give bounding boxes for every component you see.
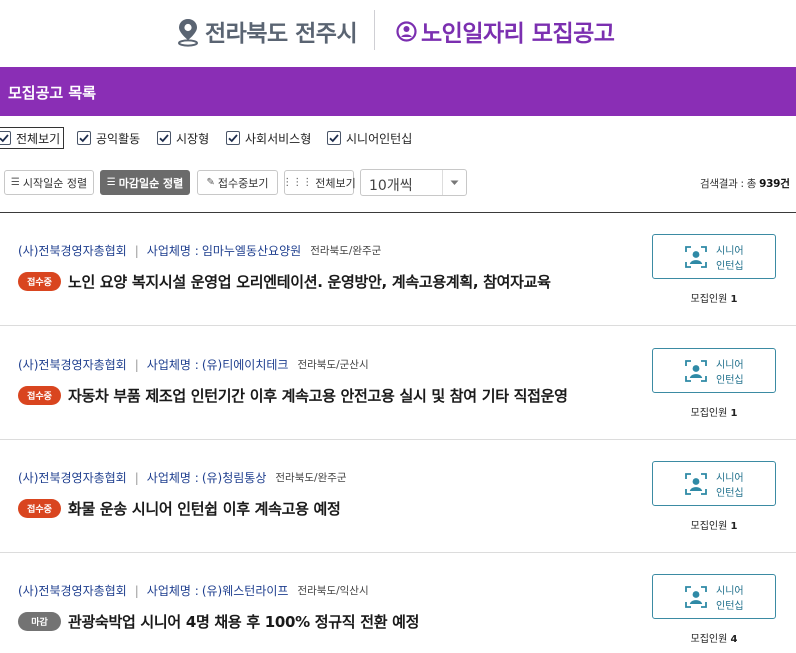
person-focus-icon	[685, 586, 707, 608]
section-title-bar: 모집공고 목록	[0, 67, 796, 116]
listing-title[interactable]: 화물 운송 시니어 인턴쉽 이후 계속고용 예정	[68, 498, 341, 519]
listing-row[interactable]: (사)전북경영자총협회 | 사업체명 : (유)청림통상 전라북도/완주군 접수…	[0, 440, 796, 553]
person-focus-icon	[685, 360, 707, 382]
checkbox-checked-icon[interactable]	[0, 131, 11, 145]
listing-row[interactable]: (사)전북경영자총협회 | 사업체명 : 임마누엘동산요양원 전라북도/완주군 …	[0, 213, 796, 326]
filter-checkboxes: 전체보기 공익활동 시장형 사회서비스형 시니어인턴십	[0, 127, 796, 149]
search-result-count: 검색결과 : 총 939건	[700, 178, 790, 190]
list-icon: ☰	[10, 177, 20, 188]
listing-title[interactable]: 관광숙박업 시니어 4명 채용 후 100% 정규직 전환 예정	[68, 611, 419, 632]
location-pin-icon	[178, 19, 198, 47]
filter-all[interactable]: 전체보기	[0, 127, 65, 149]
status-badge: 접수중	[18, 272, 61, 291]
location-label: 전라북도 전주시	[205, 21, 358, 47]
recruit-count: 모집인원 1	[690, 294, 738, 305]
person-circle-icon	[396, 21, 417, 42]
listing-meta: (사)전북경영자총협회 | 사업체명 : (유)웨스턴라이프 전라북도/익산시	[18, 583, 369, 599]
checkbox-checked-icon[interactable]	[327, 131, 341, 145]
checkbox-checked-icon[interactable]	[157, 131, 171, 145]
senior-internship-button[interactable]: 시니어 인턴십	[652, 234, 776, 279]
list-icon: ☰	[106, 177, 116, 188]
view-all-button[interactable]: ⋮⋮⋮ 전체보기	[282, 170, 356, 195]
status-badge: 마감	[18, 612, 61, 631]
checkbox-checked-icon[interactable]	[77, 131, 91, 145]
recruit-count: 모집인원 1	[690, 521, 738, 532]
listing-title[interactable]: 자동차 부품 제조업 인턴기간 이후 계속고용 안전고용 실시 및 참여 기타 …	[68, 385, 568, 406]
filter-social-service[interactable]: 사회서비스형	[226, 127, 311, 149]
listing-meta: (사)전북경영자총협회 | 사업체명 : 임마누엘동산요양원 전라북도/완주군	[18, 243, 382, 259]
header-divider	[374, 10, 375, 50]
page-title: 노인일자리 모집공고	[421, 21, 615, 47]
filter-senior-internship[interactable]: 시니어인턴십	[327, 127, 412, 149]
chevron-down-icon[interactable]	[442, 170, 466, 195]
status-badge: 접수중	[18, 386, 61, 405]
listing-meta: (사)전북경영자총협회 | 사업체명 : (유)티에이치테크 전라북도/군산시	[18, 357, 369, 373]
person-focus-icon	[685, 246, 707, 268]
sort-by-start-button[interactable]: ☰ 시작일순 정렬	[4, 170, 94, 195]
page-header: 전라북도 전주시 노인일자리 모집공고	[0, 0, 796, 66]
checkbox-checked-icon[interactable]	[226, 131, 240, 145]
page-size-value: 10개씩	[369, 178, 413, 194]
person-focus-icon	[685, 473, 707, 495]
view-receiving-button[interactable]: ✎ 접수중보기	[197, 170, 278, 195]
page-size-select[interactable]: 10개씩	[360, 169, 467, 196]
listing-row[interactable]: (사)전북경영자총협회 | 사업체명 : (유)티에이치테크 전라북도/군산시 …	[0, 327, 796, 440]
senior-internship-button[interactable]: 시니어 인턴십	[652, 348, 776, 393]
filter-market-type[interactable]: 시장형	[157, 127, 209, 149]
listing-meta: (사)전북경영자총협회 | 사업체명 : (유)청림통상 전라북도/완주군	[18, 470, 347, 486]
filter-public-activity[interactable]: 공익활동	[77, 127, 140, 149]
recruit-count: 모집인원 1	[690, 408, 738, 419]
sort-by-deadline-button[interactable]: ☰ 마감일순 정렬	[100, 170, 190, 195]
listing-row[interactable]: (사)전북경영자총협회 | 사업체명 : (유)웨스턴라이프 전라북도/익산시 …	[0, 553, 796, 653]
section-title: 모집공고 목록	[8, 84, 97, 102]
recruit-count: 모집인원 4	[690, 634, 738, 645]
senior-internship-button[interactable]: 시니어 인턴십	[652, 574, 776, 619]
senior-internship-button[interactable]: 시니어 인턴십	[652, 461, 776, 506]
listing-title[interactable]: 노인 요양 복지시설 운영업 오리엔테이션. 운영방안, 계속고용계획, 참여자…	[68, 271, 551, 292]
pencil-icon: ✎	[206, 177, 215, 188]
status-badge: 접수중	[18, 499, 61, 518]
grid-icon: ⋮⋮⋮	[282, 177, 313, 188]
